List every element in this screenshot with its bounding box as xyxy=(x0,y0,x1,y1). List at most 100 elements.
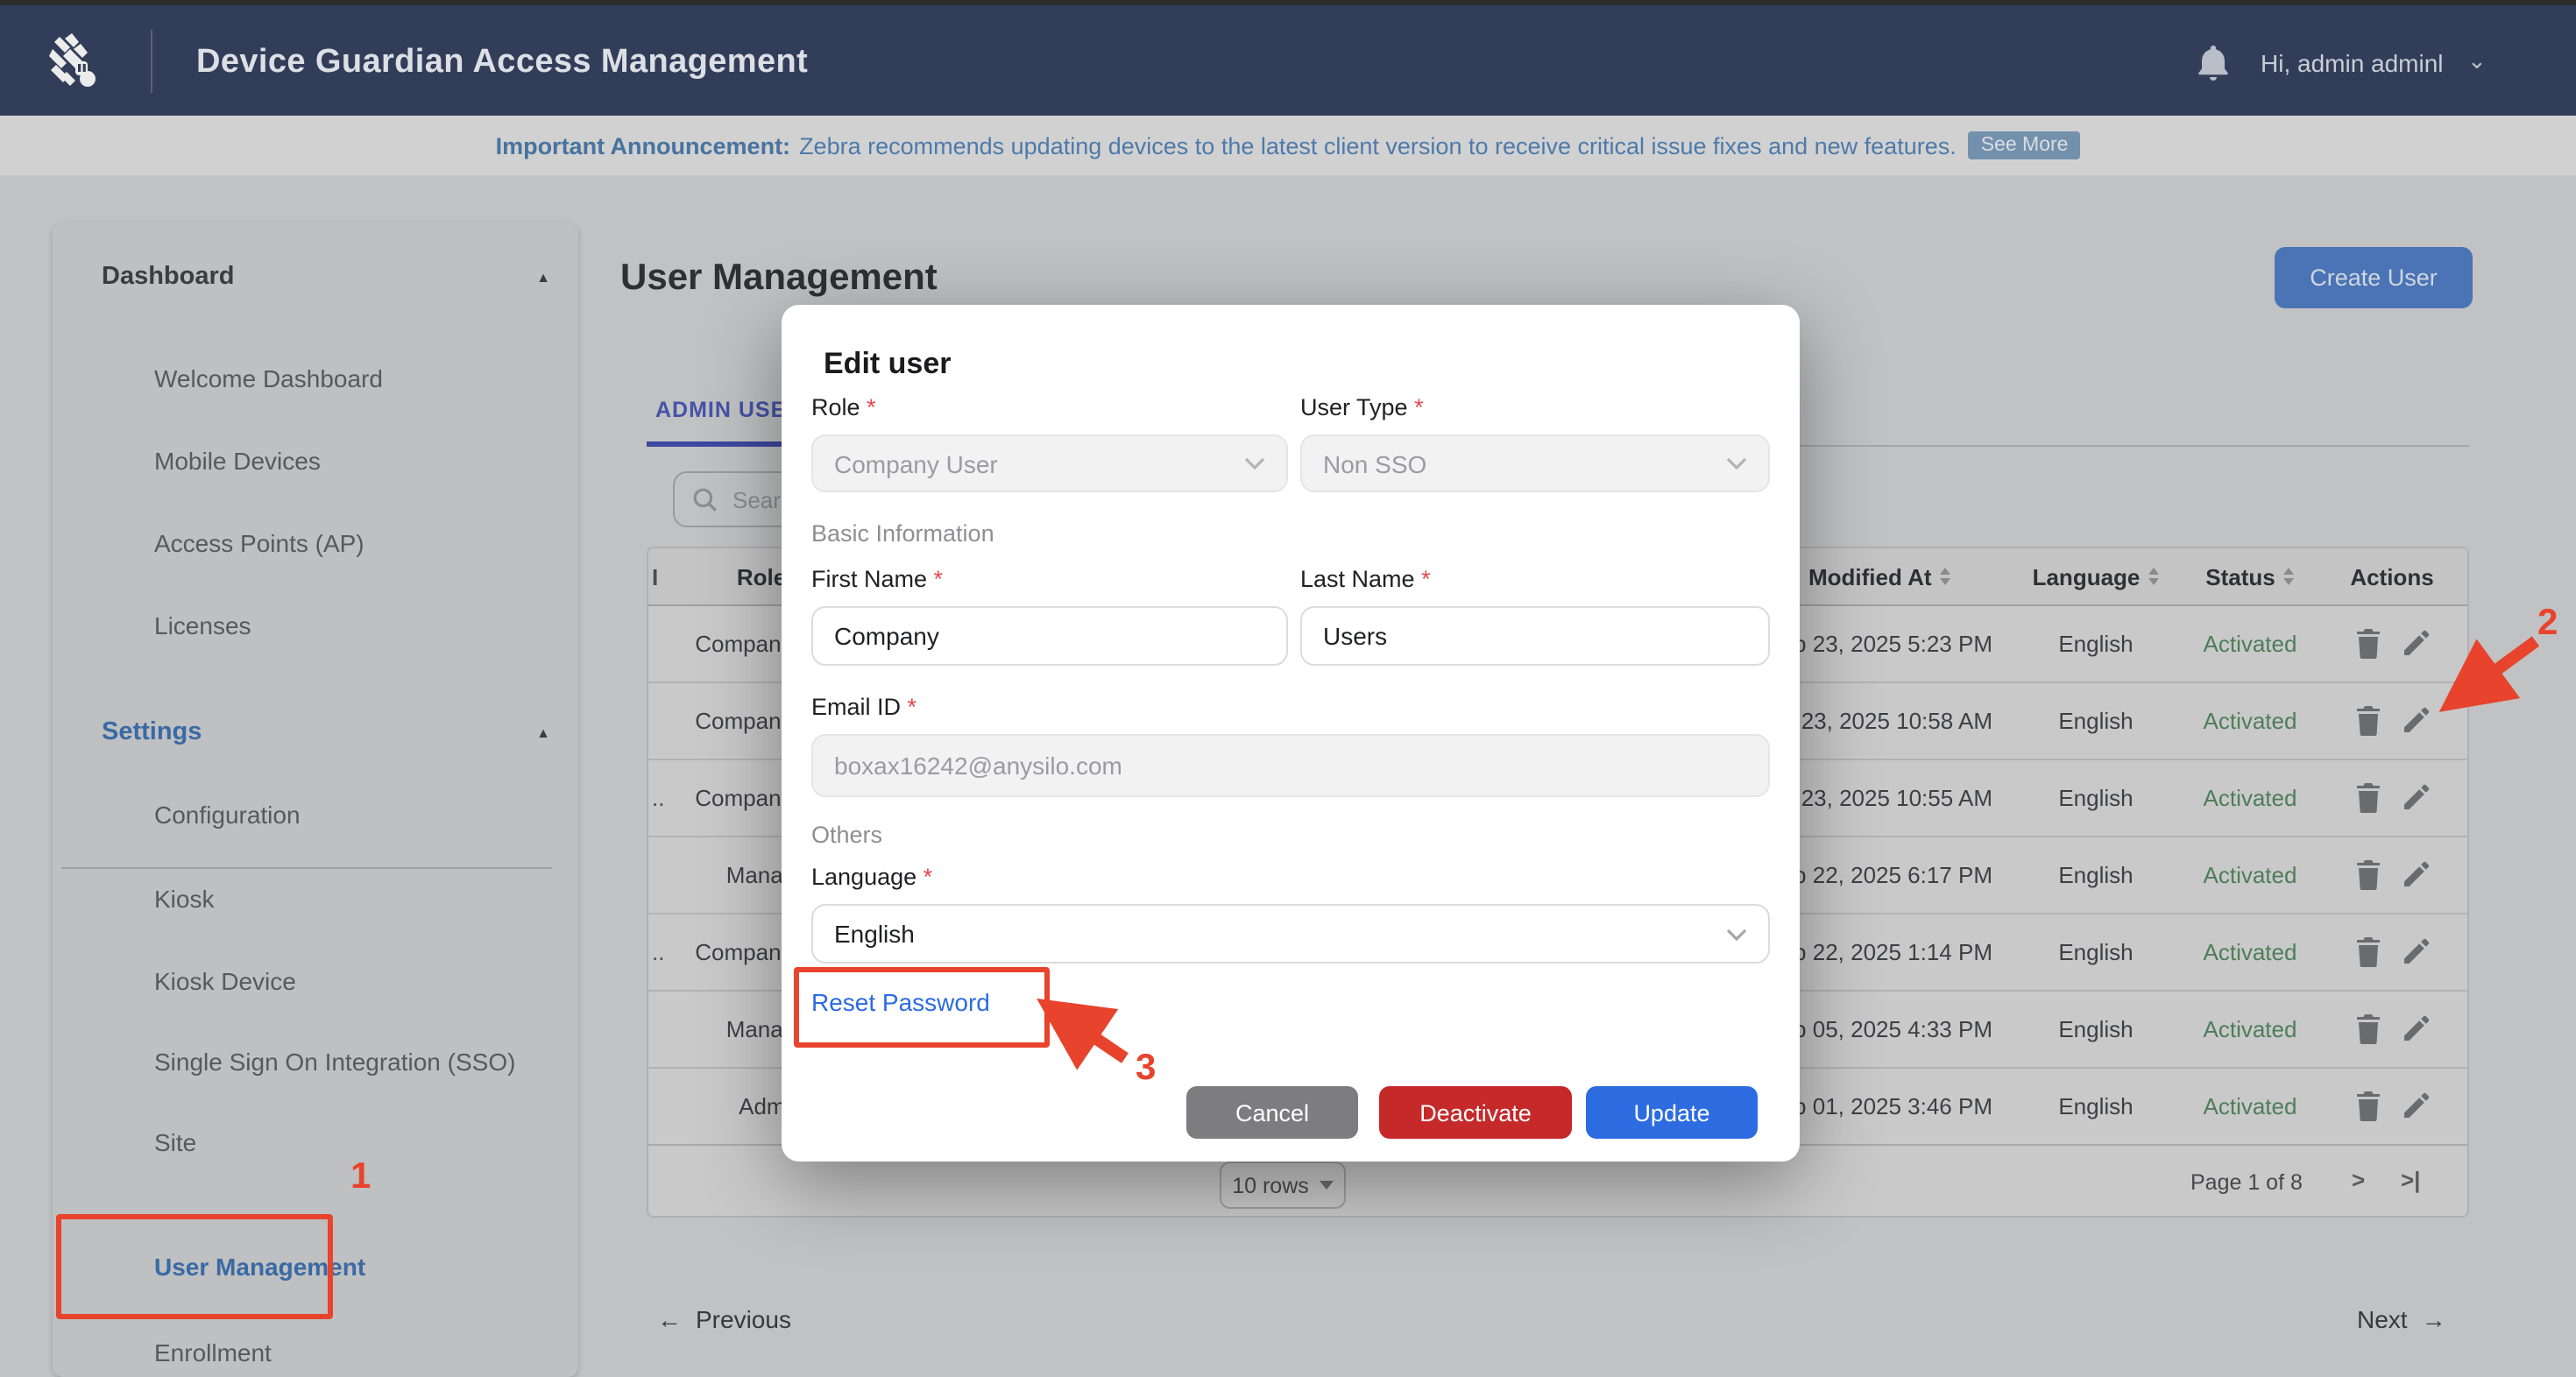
dropdown-caret-icon xyxy=(1320,1181,1334,1190)
annotation-number-2: 2 xyxy=(2537,603,2558,645)
chevron-down-icon xyxy=(1726,928,1747,940)
last-page-icon[interactable]: >| xyxy=(2401,1167,2420,1193)
delete-icon[interactable] xyxy=(2354,782,2381,812)
deactivate-button[interactable]: Deactivate xyxy=(1379,1086,1572,1139)
cell-language: English xyxy=(2017,681,2175,759)
chevron-down-icon xyxy=(1244,457,1265,470)
annotation-number-1: 1 xyxy=(350,1156,371,1198)
sidebar-item-kiosk[interactable]: Kiosk xyxy=(154,885,214,913)
first-name-label: First Name xyxy=(811,566,943,592)
user-type-label: User Type xyxy=(1300,394,1424,420)
annotation-box-user-management xyxy=(56,1214,333,1319)
delete-icon[interactable] xyxy=(2354,1013,2381,1043)
rows-per-page-dropdown[interactable]: 10 rows xyxy=(1220,1162,1346,1209)
edit-pencil-icon[interactable] xyxy=(2402,1014,2430,1042)
cell-language: English xyxy=(2017,1067,2175,1144)
announcement-label: Important Announcement: xyxy=(496,132,791,159)
delete-icon[interactable] xyxy=(2354,628,2381,658)
email-input: boxax16242@anysilo.com xyxy=(811,734,1770,797)
role-label: Role xyxy=(811,394,876,420)
delete-icon[interactable] xyxy=(2354,1091,2381,1120)
column-header-actions: Actions xyxy=(2331,548,2453,604)
search-icon xyxy=(692,486,718,512)
cell-actions xyxy=(2331,681,2453,759)
page-title: User Management xyxy=(620,258,938,300)
collapse-caret-icon[interactable]: ▲ xyxy=(536,270,550,286)
status-badge: Activated xyxy=(2192,836,2308,913)
edit-pencil-icon[interactable] xyxy=(2402,860,2430,888)
cell-language: English xyxy=(2017,759,2175,836)
annotation-number-3: 3 xyxy=(1136,1048,1156,1090)
edit-pencil-icon[interactable] xyxy=(2402,1091,2430,1119)
app-title: Device Guardian Access Management xyxy=(196,44,808,82)
cell-language: English xyxy=(2017,604,2175,681)
chevron-down-icon xyxy=(1726,457,1747,470)
user-greeting[interactable]: Hi, admin adminl xyxy=(2261,49,2444,77)
header-divider xyxy=(151,30,152,93)
next-page-link[interactable]: Next → xyxy=(2357,1305,2446,1333)
create-user-button[interactable]: Create User xyxy=(2275,247,2473,308)
section-basic-information: Basic Information xyxy=(811,520,994,547)
cell-actions xyxy=(2331,836,2453,913)
page-indicator: Page 1 of 8 xyxy=(2190,1170,2303,1195)
update-button[interactable]: Update xyxy=(1586,1086,1758,1139)
app-window: Device Guardian Access Management Hi, ad… xyxy=(0,0,2576,1377)
cell-language: English xyxy=(2017,836,2175,913)
language-select[interactable]: English xyxy=(811,904,1770,964)
edit-pencil-icon[interactable] xyxy=(2402,783,2430,811)
cell-language: English xyxy=(2017,990,2175,1067)
status-badge: Activated xyxy=(2192,759,2308,836)
language-label: Language xyxy=(811,864,932,890)
cancel-button[interactable]: Cancel xyxy=(1186,1086,1358,1139)
column-header-status[interactable]: Status xyxy=(2192,548,2308,604)
sidebar-item-sso[interactable]: Single Sign On Integration (SSO) xyxy=(154,1048,515,1076)
status-badge: Activated xyxy=(2192,604,2308,681)
first-name-input[interactable]: Company xyxy=(811,606,1288,666)
sidebar-item-welcome-dashboard[interactable]: Welcome Dashboard xyxy=(154,364,383,392)
sidebar-item-access-points[interactable]: Access Points (AP) xyxy=(154,529,364,557)
sidebar-item-configuration[interactable]: Configuration xyxy=(154,801,301,829)
cell-actions xyxy=(2331,604,2453,681)
cell-actions xyxy=(2331,759,2453,836)
sidebar: Dashboard ▲ Welcome Dashboard Mobile Dev… xyxy=(53,222,578,1377)
sidebar-item-site[interactable]: Site xyxy=(154,1128,196,1156)
sidebar-item-enrollment[interactable]: Enrollment xyxy=(154,1338,272,1366)
delete-icon[interactable] xyxy=(2354,859,2381,889)
role-select: Company User xyxy=(811,434,1288,492)
cell-language: English xyxy=(2017,913,2175,990)
sidebar-group-settings[interactable]: Settings xyxy=(102,718,202,746)
delete-icon[interactable] xyxy=(2354,936,2381,966)
user-type-select: Non SSO xyxy=(1300,434,1770,492)
last-name-input[interactable]: Users xyxy=(1300,606,1770,666)
email-label: Email ID xyxy=(811,694,916,720)
sidebar-divider xyxy=(61,867,552,869)
delete-icon[interactable] xyxy=(2354,705,2381,735)
arrow-left-icon: ← xyxy=(657,1305,682,1333)
last-name-label: Last Name xyxy=(1300,566,1431,592)
next-page-icon[interactable]: > xyxy=(2352,1167,2365,1193)
notifications-bell-icon[interactable] xyxy=(2194,42,2233,84)
sidebar-item-mobile-devices[interactable]: Mobile Devices xyxy=(154,447,321,475)
sidebar-item-licenses[interactable]: Licenses xyxy=(154,611,251,639)
annotation-box-reset-password xyxy=(794,967,1050,1048)
status-badge: Activated xyxy=(2192,681,2308,759)
collapse-caret-icon[interactable]: ▲ xyxy=(536,725,550,741)
see-more-button[interactable]: See More xyxy=(1969,131,2081,159)
app-header: Device Guardian Access Management Hi, ad… xyxy=(0,5,2576,116)
edit-pencil-icon[interactable] xyxy=(2402,937,2430,965)
zebra-logo-icon xyxy=(46,26,116,96)
sidebar-group-dashboard[interactable]: Dashboard xyxy=(102,263,235,291)
sidebar-item-kiosk-device[interactable]: Kiosk Device xyxy=(154,967,296,995)
sort-icon xyxy=(2284,568,2295,585)
edit-pencil-icon[interactable] xyxy=(2402,706,2430,734)
sort-icon xyxy=(2148,568,2159,585)
column-header-language[interactable]: Language xyxy=(2017,548,2175,604)
modal-title: Edit user xyxy=(824,347,952,382)
section-others: Others xyxy=(811,822,882,848)
arrow-right-icon: → xyxy=(2422,1305,2446,1333)
column-header-modified-at[interactable]: Modified At xyxy=(1808,548,1951,604)
status-badge: Activated xyxy=(2192,913,2308,990)
edit-pencil-icon[interactable] xyxy=(2402,629,2430,657)
previous-page-link[interactable]: ← Previous xyxy=(657,1305,791,1333)
user-menu-chevron-down-icon[interactable]: ⌄ xyxy=(2467,47,2487,75)
